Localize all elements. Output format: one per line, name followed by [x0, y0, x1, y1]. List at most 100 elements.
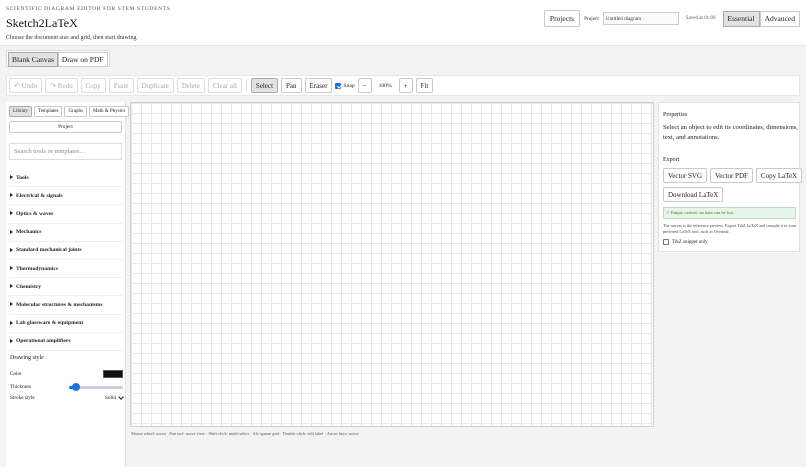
category-mechanics[interactable]: Mechanics — [9, 224, 122, 242]
project-name-input[interactable]: Untitled diagram — [602, 12, 679, 25]
app-title: Sketch2LaTeX — [6, 16, 78, 30]
category-label: Optics & waves — [16, 210, 54, 217]
download-latex-button[interactable]: Download LaTeX — [663, 187, 724, 202]
color-row: Color — [10, 370, 123, 378]
category-operational-amplifiers[interactable]: Operational amplifiers — [9, 333, 122, 351]
project-label: Project — [584, 15, 599, 22]
essential-mode-button[interactable]: Essential — [722, 10, 760, 27]
header-actions: Projects Project Untitled diagram Saved … — [543, 10, 800, 27]
status-message: ✓ Empty canvas: no data can be lost. — [663, 207, 796, 219]
category-label: Mechanics — [16, 229, 42, 236]
duplicate-button[interactable]: Duplicate — [136, 78, 174, 93]
fit-view-button[interactable]: Fit — [415, 78, 434, 93]
expand-arrow-icon — [10, 247, 13, 252]
eraser-tool-button[interactable]: Eraser — [304, 78, 333, 93]
category-label: Electrical & signals — [16, 192, 63, 199]
copy-latex-button[interactable]: Copy LaTeX — [755, 168, 803, 183]
copy-button[interactable]: Copy — [80, 78, 106, 93]
drawing-canvas[interactable] — [130, 102, 654, 427]
category-list: Tools Electrical & signals Optics & wave… — [9, 169, 122, 351]
stroke-style-select[interactable]: Solid — [105, 394, 124, 401]
redo-button[interactable]: ↷ Redo — [45, 78, 78, 93]
library-sidebar: Library Templates Graphs Math & Physics … — [6, 102, 130, 467]
expand-arrow-icon — [10, 265, 13, 270]
category-electrical-signals[interactable]: Electrical & signals — [9, 187, 122, 206]
expand-arrow-icon — [10, 320, 13, 325]
paste-button[interactable]: Paste — [108, 78, 134, 93]
zoom-in-button[interactable]: + — [398, 78, 413, 93]
export-note: The canvas is the reference preview. Exp… — [663, 223, 797, 234]
delete-button[interactable]: Delete — [176, 78, 206, 93]
snap-checkbox[interactable] — [335, 82, 342, 89]
drawing-style-title: Drawing style — [10, 355, 44, 361]
setup-instruction: Choose the document size and grid, then … — [6, 35, 138, 41]
thickness-label: Thickness — [10, 384, 32, 390]
tab-templates[interactable]: Templates — [34, 106, 63, 117]
zoom-out-button[interactable]: − — [357, 78, 372, 93]
app-header: SCIENTIFIC DIAGRAM EDITOR FOR STEM STUDE… — [0, 0, 806, 46]
expand-arrow-icon — [10, 284, 13, 289]
library-search-input[interactable]: Search tools or templates… — [9, 143, 122, 160]
edit-toolbar: ↶ Undo ↷ Redo Copy Paste Duplicate Delet… — [6, 75, 800, 96]
category-thermodynamics[interactable]: Thermodynamics — [9, 260, 122, 279]
tikz-only-toggle[interactable]: TikZ snippet only — [663, 239, 708, 245]
canvas-mode-tabs: Blank Canvas Draw on PDF — [6, 50, 110, 67]
category-molecular-structures[interactable]: Molecular structures & mechanisms — [9, 296, 122, 315]
chevron-down-icon — [118, 394, 124, 400]
snap-toggle[interactable]: Snap — [335, 82, 355, 89]
tab-project[interactable]: Project — [9, 121, 122, 133]
thickness-slider-handle[interactable] — [72, 383, 81, 391]
pan-tool-button[interactable]: Pan — [281, 78, 302, 93]
app-tagline: SCIENTIFIC DIAGRAM EDITOR FOR STEM STUDE… — [6, 6, 171, 12]
thickness-row: Thickness — [10, 383, 123, 391]
saved-status: Saved at 01:00 — [685, 16, 716, 21]
canvas-hint: Mouse wheel: zoom · Pan tool: move view … — [131, 431, 359, 436]
app-window: SCIENTIFIC DIAGRAM EDITOR FOR STEM STUDE… — [0, 0, 806, 467]
tab-draw-on-pdf[interactable]: Draw on PDF — [57, 52, 108, 67]
category-label: Lab glassware & equipment — [16, 320, 84, 327]
export-buttons-row-2: Download LaTeX — [663, 187, 724, 202]
stroke-style-row: Stroke style Solid — [10, 394, 124, 401]
expand-arrow-icon — [10, 302, 13, 307]
export-svg-button[interactable]: Vector SVG — [663, 168, 708, 183]
library-tabs: Library Templates Graphs Math & Physics — [9, 106, 130, 117]
thickness-slider[interactable] — [69, 383, 123, 391]
stroke-style-value: Solid — [105, 395, 116, 401]
color-swatch[interactable] — [103, 370, 123, 378]
expand-arrow-icon — [10, 175, 13, 179]
stroke-style-label: Stroke style — [10, 395, 35, 401]
category-tools[interactable]: Tools — [9, 169, 122, 188]
category-label: Standard mechanical joints — [16, 247, 82, 254]
advanced-mode-button[interactable]: Advanced — [759, 10, 800, 27]
tikz-only-checkbox[interactable] — [663, 239, 669, 245]
ui-mode-toggle: Essential Advanced — [722, 10, 800, 27]
toolbar-divider — [245, 79, 247, 92]
undo-button[interactable]: ↶ Undo — [9, 78, 43, 93]
snap-label: Snap — [343, 82, 355, 89]
category-optics-waves[interactable]: Optics & waves — [9, 205, 122, 224]
category-label: Tools — [16, 174, 29, 181]
expand-arrow-icon — [10, 229, 13, 234]
category-label: Molecular structures & mechanisms — [16, 301, 103, 308]
projects-button[interactable]: Projects — [543, 10, 581, 27]
tab-blank-canvas[interactable]: Blank Canvas — [8, 52, 58, 67]
clear-all-button[interactable]: Clear all — [208, 78, 242, 93]
tab-library[interactable]: Library — [9, 106, 32, 117]
export-title: Export — [663, 157, 680, 163]
tab-graphs[interactable]: Graphs — [64, 106, 87, 117]
category-label: Thermodynamics — [16, 265, 58, 272]
category-mechanical-joints[interactable]: Standard mechanical joints — [9, 242, 122, 260]
tikz-only-label: TikZ snippet only — [672, 239, 708, 245]
color-label: Color — [10, 371, 22, 377]
expand-arrow-icon — [10, 211, 13, 216]
category-chemistry[interactable]: Chemistry — [9, 278, 122, 297]
category-label: Chemistry — [16, 283, 42, 290]
export-buttons-row-1: Vector SVG Vector PDF Copy LaTeX — [663, 168, 803, 183]
category-lab-glassware[interactable]: Lab glassware & equipment — [9, 315, 122, 333]
tab-math-physics[interactable]: Math & Physics — [88, 106, 130, 117]
select-tool-button[interactable]: Select — [250, 78, 279, 93]
properties-placeholder: Select an object to edit its coordinates… — [663, 124, 798, 141]
zoom-level: 100% — [378, 82, 392, 89]
export-pdf-button[interactable]: Vector PDF — [710, 168, 753, 183]
properties-panel: Properties Select an object to edit its … — [658, 102, 803, 252]
